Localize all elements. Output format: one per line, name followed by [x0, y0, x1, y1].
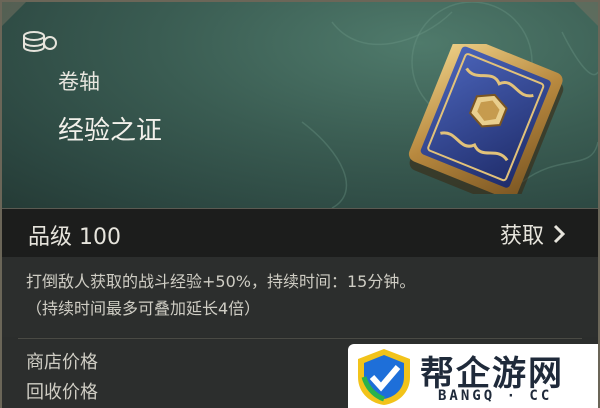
item-description: 打倒敌人获取的战斗经验+50%，持续时间：15分钟。 （持续时间最多可叠加延长4…: [2, 257, 598, 337]
item-type-label: 卷轴: [58, 70, 100, 94]
acquire-button[interactable]: 获取: [500, 218, 566, 250]
recycle-price-label: 回收价格: [26, 382, 98, 403]
description-line-1: 打倒敌人获取的战斗经验+50%，持续时间：15分钟。: [26, 272, 416, 291]
shield-logo-icon: [358, 349, 410, 405]
watermark-subtitle: BANGQ · CC: [438, 388, 553, 404]
grade-label: 品级 100: [28, 225, 121, 250]
item-tooltip-panel: 卷轴 经验之证 品级 100 获取 打倒敌人获取的战斗经验+50%，持续时间：1…: [0, 0, 600, 408]
description-line-2: （持续时间最多可叠加延长4倍）: [26, 299, 261, 318]
divider: [18, 338, 582, 339]
site-watermark: 帮企游网 BANGQ · CC: [348, 344, 598, 408]
grade-bar: 品级 100 获取: [2, 208, 598, 258]
shop-price-label: 商店价格: [26, 352, 98, 373]
acquire-label: 获取: [499, 224, 544, 249]
item-name: 经验之证: [58, 116, 163, 146]
item-header: 卷轴 经验之证: [2, 2, 598, 208]
card-scroll-icon: [408, 44, 564, 194]
chevron-right-icon: [553, 224, 566, 244]
coin-stack-icon: [23, 31, 57, 52]
